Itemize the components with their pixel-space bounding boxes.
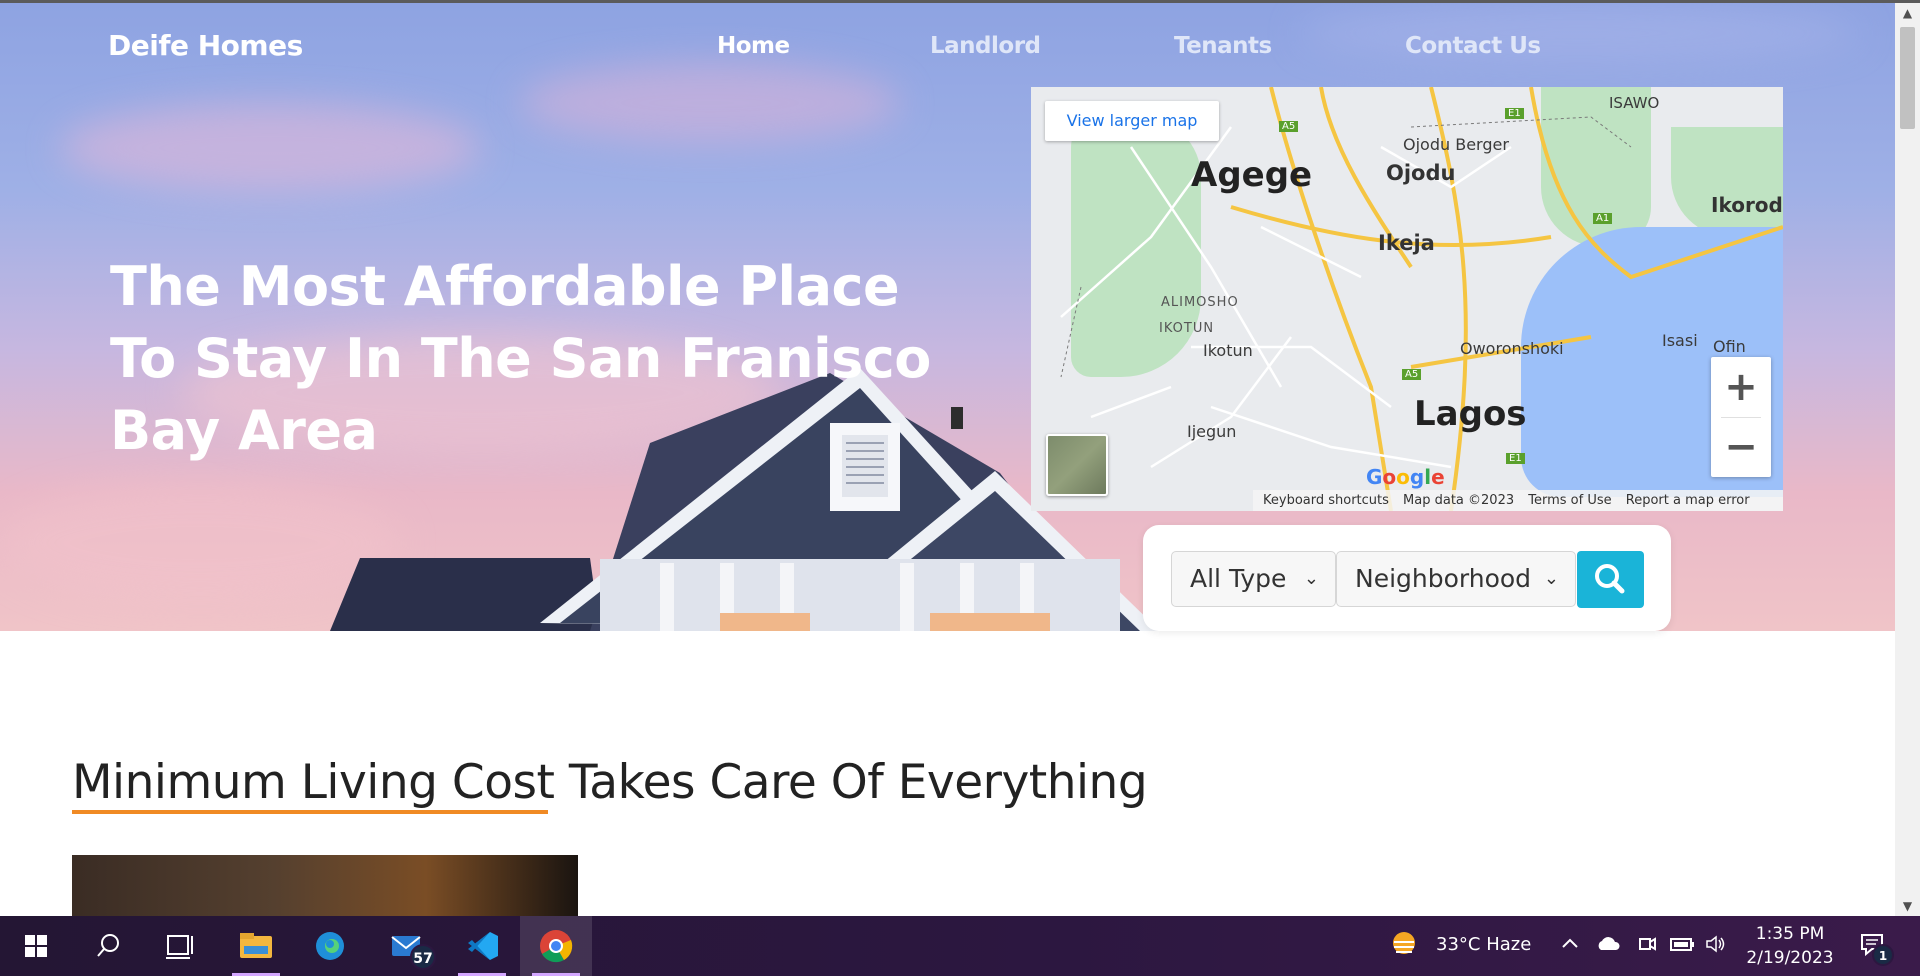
- view-larger-map-link[interactable]: View larger map: [1045, 101, 1219, 141]
- chevron-down-icon: ⌄: [1303, 568, 1319, 589]
- terms-of-use-link[interactable]: Terms of Use: [1528, 493, 1611, 508]
- section-title-underline: [72, 810, 548, 814]
- road-shield: A5: [1279, 121, 1299, 132]
- feature-image: [72, 855, 578, 916]
- map-label: Ojodu Berger: [1403, 135, 1509, 154]
- map-label: Agege: [1191, 155, 1313, 195]
- haze-sun-icon: [1393, 932, 1415, 954]
- neighborhood-select[interactable]: Neighborhood ⌄: [1336, 551, 1576, 607]
- action-center-button[interactable]: 1: [1858, 930, 1894, 966]
- vertical-scrollbar[interactable]: ▲ ▼: [1895, 3, 1920, 916]
- map-label: Oworonshoki: [1460, 339, 1564, 358]
- nav-contact-us[interactable]: Contact Us: [1405, 33, 1541, 59]
- meet-now-icon[interactable]: [1636, 933, 1658, 955]
- road-shield: E1: [1505, 108, 1524, 119]
- map-label: IKOTUN: [1159, 321, 1215, 336]
- zoom-in-button[interactable]: +: [1711, 357, 1771, 417]
- satellite-toggle[interactable]: [1046, 434, 1108, 496]
- zoom-out-button[interactable]: −: [1711, 417, 1771, 477]
- hero-headline: The Most Affordable Place To Stay In The…: [110, 255, 931, 462]
- map-label: ISAWO: [1609, 94, 1660, 112]
- map-label: Ikorodu: [1711, 193, 1783, 217]
- google-logo-letter: e: [1431, 465, 1445, 489]
- map-label: Ijegun: [1187, 422, 1237, 441]
- search-button[interactable]: [1577, 551, 1644, 608]
- file-explorer-button[interactable]: [220, 916, 292, 976]
- search-panel: All Type ⌄ Neighborhood ⌄: [1143, 525, 1671, 631]
- clock-time: 1:35 PM: [1755, 924, 1825, 944]
- map-attribution: Keyboard shortcuts Map data ©2023 Terms …: [1253, 490, 1783, 511]
- map-label: Ojodu: [1386, 161, 1456, 185]
- scroll-down-icon[interactable]: ▼: [1895, 896, 1920, 916]
- neighborhood-select-value: Neighborhood: [1355, 564, 1532, 593]
- google-logo-letter: G: [1366, 465, 1383, 489]
- scroll-up-icon[interactable]: ▲: [1895, 3, 1920, 23]
- google-logo: Google: [1366, 465, 1445, 489]
- search-icon: [97, 934, 119, 957]
- notification-count-badge: 1: [1872, 944, 1894, 966]
- mail-unread-badge: 57: [410, 944, 436, 970]
- windows-taskbar: 57 33°C Haze 1:35 PM 2/19/2023 1: [0, 916, 1920, 976]
- weather-widget[interactable]: [1388, 928, 1420, 960]
- map-label: Ofin: [1713, 337, 1746, 356]
- google-logo-letter: o: [1396, 465, 1410, 489]
- nav-home[interactable]: Home: [717, 33, 790, 59]
- weather-text[interactable]: 33°C Haze: [1436, 934, 1531, 955]
- task-view-button[interactable]: [144, 916, 216, 976]
- keyboard-shortcuts-link[interactable]: Keyboard shortcuts: [1263, 493, 1389, 508]
- map-label: Isasi: [1662, 331, 1698, 350]
- map-label: ALIMOSHO: [1161, 295, 1239, 310]
- map-label: Ikeja: [1378, 231, 1435, 255]
- vscode-button[interactable]: [446, 916, 518, 976]
- nav-tenants[interactable]: Tenants: [1174, 33, 1272, 59]
- task-view-icon: [166, 935, 193, 959]
- windows-icon: [25, 935, 47, 957]
- onedrive-cloud-icon[interactable]: [1595, 934, 1621, 954]
- type-select-value: All Type: [1190, 564, 1287, 593]
- window-top-border: [0, 0, 1920, 3]
- map-data-text: Map data ©2023: [1403, 493, 1515, 508]
- road-shield: A1: [1593, 213, 1613, 224]
- map-zoom-control: + −: [1711, 357, 1771, 477]
- chevron-up-icon[interactable]: [1560, 934, 1580, 954]
- google-logo-letter: g: [1409, 465, 1425, 489]
- search-taskbar-button[interactable]: [72, 916, 144, 976]
- start-button[interactable]: [0, 916, 72, 976]
- search-icon: [1595, 564, 1625, 594]
- google-logo-letter: o: [1382, 465, 1397, 489]
- browser-viewport: Deife Homes Home Landlord Tenants Contac…: [0, 0, 1895, 916]
- battery-icon[interactable]: [1668, 933, 1696, 955]
- map-label: Lagos: [1414, 394, 1527, 434]
- mail-button[interactable]: 57: [370, 916, 442, 976]
- road-shield: E1: [1506, 453, 1525, 464]
- section-title: Minimum Living Cost Takes Care Of Everyt…: [72, 755, 1148, 810]
- embedded-map[interactable]: ISAWO Ojodu Berger Agege Ojodu Ikorodu I…: [1031, 87, 1783, 511]
- report-map-error-link[interactable]: Report a map error: [1626, 493, 1750, 508]
- volume-icon[interactable]: [1704, 933, 1728, 955]
- scrollbar-thumb[interactable]: [1900, 27, 1915, 129]
- chevron-down-icon: ⌄: [1543, 568, 1559, 589]
- edge-icon: [316, 932, 344, 960]
- brand-logo[interactable]: Deife Homes: [108, 29, 303, 62]
- road-shield: A5: [1402, 369, 1422, 380]
- clock-date: 2/19/2023: [1746, 948, 1834, 968]
- folder-icon: [240, 933, 272, 958]
- chrome-icon: [540, 930, 573, 963]
- type-select[interactable]: All Type ⌄: [1171, 551, 1336, 607]
- vscode-icon: [468, 932, 498, 960]
- system-clock[interactable]: 1:35 PM 2/19/2023: [1735, 922, 1845, 970]
- map-label: Ikotun: [1203, 341, 1253, 360]
- chrome-button[interactable]: [520, 916, 592, 976]
- edge-button[interactable]: [294, 916, 366, 976]
- nav-landlord[interactable]: Landlord: [930, 33, 1041, 59]
